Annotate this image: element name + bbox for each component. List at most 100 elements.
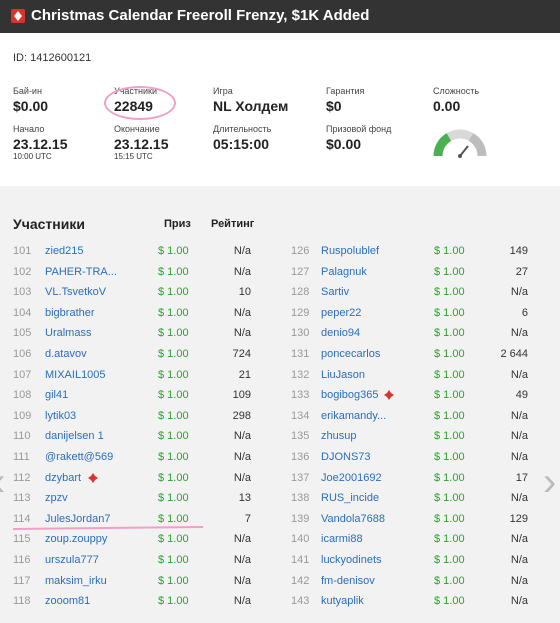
player-name-link[interactable]: Sartiv [321,283,349,301]
pokerstars-logo-icon [11,9,25,23]
player-row: 136 DJONS73 $ 1.00 N/a [0,448,560,466]
buyin-value: $0.00 [13,98,49,114]
player-rating: N/a [510,574,528,587]
player-rank: 136 [291,451,310,463]
player-name-link[interactable]: zhusup [321,427,356,445]
player-name-link[interactable]: Joe2001692 [321,469,382,487]
player-prize: $ 1.00 [434,265,465,278]
end-date: 23.12.15 [114,136,169,152]
game-value: NL Холдем [213,98,289,114]
player-name-link[interactable]: peper22 [321,304,361,322]
player-rating: N/a [510,595,528,608]
player-row: 137 Joe2001692 $ 1.00 17 [0,469,560,487]
player-prize: $ 1.00 [434,451,465,463]
player-rank: 133 [291,389,310,402]
guarantee-value: $0 [326,98,342,114]
difficulty-label: Сложность [433,86,480,96]
player-row: 134 erikamandy... $ 1.00 N/a [0,407,560,425]
player-prize: $ 1.00 [434,554,465,566]
player-prize: $ 1.00 [434,533,465,546]
player-row: 127 Palagnuk $ 1.00 27 [0,263,560,281]
buyin-label: Бай-ин [13,86,42,96]
player-name-link[interactable]: denio94 [321,324,360,342]
player-rank: 143 [291,595,310,608]
difficulty-value: 0.00 [433,98,461,114]
player-row: 140 icarmi88 $ 1.00 N/a [0,530,560,548]
player-prize: $ 1.00 [434,368,465,381]
player-name-link[interactable]: bogibog365 [321,386,379,404]
player-row: 126 Ruspolublef $ 1.00 149 [0,242,560,260]
player-rating: N/a [510,409,528,422]
player-name-link[interactable]: Vandola7688 [321,510,385,528]
player-rank: 139 [291,512,310,525]
player-prize: $ 1.00 [434,348,465,360]
player-rating: 27 [515,265,528,278]
difficulty-gauge-icon [433,129,487,158]
player-name-link[interactable]: fm-denisov [321,572,375,590]
chevron-left-icon[interactable]: ‹ [0,460,5,504]
player-rating: 129 [509,512,528,525]
duration-value: 05:15:00 [213,136,270,152]
prize-column-header: Приз [164,218,191,230]
player-name-link[interactable]: RUS_incide [321,489,379,507]
player-rating: 17 [515,471,528,484]
player-rating: N/a [510,533,528,546]
player-rating: N/a [510,492,528,505]
player-prize: $ 1.00 [434,327,465,340]
player-rating: 6 [521,306,528,319]
player-prize: $ 1.00 [434,595,465,608]
player-name-link[interactable]: poncecarlos [321,345,380,363]
player-name-link[interactable]: erikamandy... [321,407,386,425]
player-rank: 132 [291,368,310,381]
player-name-link[interactable]: Ruspolublef [321,242,379,260]
player-name-link[interactable]: kutyaplik [321,592,364,610]
player-rating: N/a [510,327,528,340]
player-rank: 131 [291,348,310,360]
player-rank: 127 [291,265,310,278]
player-name-link[interactable]: icarmi88 [321,530,363,548]
prev-page-button[interactable]: ‹ [0,462,5,502]
start-label: Начало [13,124,45,134]
pokerstars-badge-icon [384,390,394,401]
player-row: 133 bogibog365 $ 1.00 49 [0,386,560,404]
player-row: 143 kutyaplik $ 1.00 N/a [0,592,560,610]
player-rating: N/a [510,554,528,566]
player-row: 135 zhusup $ 1.00 N/a [0,427,560,445]
player-rating: 49 [515,389,528,402]
player-prize: $ 1.00 [434,492,465,505]
player-prize: $ 1.00 [434,245,465,257]
player-rating: N/a [510,430,528,443]
player-name-link[interactable]: luckyodinets [321,551,382,569]
player-prize: $ 1.00 [434,306,465,319]
player-rank: 135 [291,430,310,443]
chevron-right-icon[interactable]: › [543,460,556,504]
player-row: 139 Vandola7688 $ 1.00 129 [0,510,560,528]
player-name-link[interactable]: Palagnuk [321,263,367,281]
player-row: 131 poncecarlos $ 1.00 2 644 [0,345,560,363]
prizepool-value: $0.00 [326,136,362,152]
player-rank: 141 [291,554,310,566]
player-name-link[interactable]: DJONS73 [321,448,371,466]
player-prize: $ 1.00 [434,409,465,422]
window-title: Christmas Calendar Freeroll Frenzy, $1K … [31,7,370,24]
player-name-link[interactable]: LiuJason [321,366,365,384]
player-prize: $ 1.00 [434,512,465,525]
tournament-id: ID: 1412600121 [13,52,92,64]
player-prize: $ 1.00 [434,389,465,402]
player-row: 130 denio94 $ 1.00 N/a [0,324,560,342]
player-rank: 129 [291,306,310,319]
next-page-button[interactable]: › [543,462,556,502]
player-prize: $ 1.00 [434,471,465,484]
player-prize: $ 1.00 [434,286,465,299]
player-row: 141 luckyodinets $ 1.00 N/a [0,551,560,569]
player-row: 142 fm-denisov $ 1.00 N/a [0,572,560,590]
players-section-title: Участники [13,216,85,232]
prizepool-label: Призовой фонд [326,124,392,134]
end-time: 15:15 UTC [114,152,153,161]
player-rating: N/a [510,451,528,463]
player-row: 128 Sartiv $ 1.00 N/a [0,283,560,301]
guarantee-label: Гарантия [326,86,365,96]
player-rank: 134 [291,409,310,422]
start-date: 23.12.15 [13,136,68,152]
player-rating: N/a [510,286,528,299]
